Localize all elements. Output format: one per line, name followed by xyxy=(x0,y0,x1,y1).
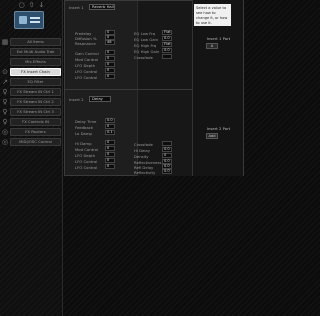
param-label: LFO Control xyxy=(75,75,98,80)
sidebar-item-label: All Items xyxy=(10,38,61,46)
stream-icon: ♀ xyxy=(2,98,8,106)
param-label: Crossfade xyxy=(134,55,153,60)
upload-icon[interactable]: ⇧ xyxy=(29,1,35,9)
param-label: Hi Damp xyxy=(75,141,92,146)
sidebar-item-label: FX Stream IN Ctrl 1 xyxy=(10,88,61,96)
param-value-input[interactable]: 0 xyxy=(105,62,115,67)
stream-icon: ♀ xyxy=(2,108,8,116)
sidebar-item-label: FX Stream IN Ctrl 2 xyxy=(10,98,61,106)
param-value-input[interactable]: 0.0 xyxy=(162,48,172,53)
sidebar-item-mix-effects[interactable]: Mix Effects xyxy=(0,57,63,67)
param-value-input[interactable]: 0.0 xyxy=(162,36,172,41)
param-value-input[interactable]: 48 xyxy=(105,40,115,45)
param-label: Mod Control xyxy=(75,57,98,62)
param-value-input[interactable]: 0 xyxy=(162,153,172,158)
param-value-input[interactable]: 0 xyxy=(105,164,115,169)
param-label: EQ Low Gain xyxy=(134,37,159,42)
param-label: EQ Low Frq xyxy=(134,31,156,36)
sidebar-item-label: FX Insert Chain xyxy=(10,68,61,76)
download-icon[interactable]: ↓ xyxy=(39,1,45,9)
param-value-input[interactable] xyxy=(162,54,172,59)
record-icon[interactable]: ○ xyxy=(19,1,25,9)
param-value-input[interactable]: 0 xyxy=(105,152,115,157)
insert2-type-select[interactable]: Delay xyxy=(89,96,111,102)
insert1-port-button[interactable]: A xyxy=(206,43,218,49)
param-value-input[interactable]: 0.0 xyxy=(105,118,115,123)
sidebar-toolbar: ○ ⇧ ↓ xyxy=(0,0,63,10)
param-value-input[interactable]: 0 xyxy=(105,158,115,163)
sidebar-item-stream-ctrl-3[interactable]: ♀ FX Stream IN Ctrl 3 xyxy=(0,107,63,117)
param-label: Feedback xyxy=(75,125,94,130)
sidebar-item-multi-audio[interactable]: Ext Multi Audio Trak xyxy=(0,47,63,57)
sidebar-item-label: Mix Effects xyxy=(10,58,61,66)
stream-icon: ♀ xyxy=(2,118,8,126)
param-value-input[interactable]: 0 xyxy=(105,56,115,61)
globe-icon: ◎ xyxy=(1,138,9,146)
sidebar-item-label: FX Routers xyxy=(10,128,61,136)
param-label: LFO Control xyxy=(75,69,98,74)
sidebar-item-stream-ctrl-2[interactable]: ♀ FX Stream IN Ctrl 2 xyxy=(0,97,63,107)
param-label: LFO Depth xyxy=(75,153,96,158)
param-value-input[interactable]: 0 xyxy=(105,74,115,79)
param-value-input[interactable] xyxy=(162,141,172,146)
param-label: LFO Control xyxy=(75,165,98,170)
insert2-port-button[interactable]: Add xyxy=(206,133,218,139)
sidebar-item-fx-insert[interactable]: ⊙ FX Insert Chain xyxy=(0,67,63,77)
sidebar-item-midi-osc[interactable]: ◎ MIDI/OSC Control xyxy=(0,137,63,147)
insert1-label: Insert 1 xyxy=(69,5,84,10)
sidebar: ○ ⇧ ↓ ▦ All Items Ext Multi Audio Trak M… xyxy=(0,0,63,316)
sidebar-item-label: MIDI/OSC Control xyxy=(10,138,61,146)
sidebar-item-stream-ctrl-1[interactable]: ♀ FX Stream IN Ctrl 1 xyxy=(0,87,63,97)
port-panel: Insert 1 Port A Insert 2 Port Add xyxy=(192,0,243,176)
sidebar-item-label: Ext Multi Audio Trak xyxy=(10,48,61,56)
param-value-input[interactable]: Flat xyxy=(162,30,172,35)
insert2-port-title: Insert 2 Port xyxy=(206,126,231,131)
stream-icon: ♀ xyxy=(2,88,8,96)
sidebar-item-eq-filter[interactable]: ↗ EQ Filter xyxy=(0,77,63,87)
param-label: Reflectivity xyxy=(134,170,156,175)
param-label: Density xyxy=(134,154,149,159)
param-value-input[interactable]: Flat xyxy=(162,42,172,47)
param-value-input[interactable]: 0.0 xyxy=(162,147,172,152)
param-label: EQ High Gain xyxy=(134,49,160,54)
param-value-input[interactable]: 0 xyxy=(105,50,115,55)
sidebar-item-label: EQ Filter xyxy=(10,78,61,86)
param-label: Lo Damp xyxy=(75,131,92,136)
param-label: Gain Control xyxy=(75,51,99,56)
param-value-input[interactable]: 0 xyxy=(105,124,115,129)
sidebar-item-controls-in[interactable]: ♀ FX Controls IN xyxy=(0,117,63,127)
param-label: EQ High Frq xyxy=(134,43,157,48)
param-value-input[interactable]: 0 xyxy=(105,68,115,73)
sidebar-item-all-items[interactable]: ▦ All Items xyxy=(0,37,63,47)
param-value-input[interactable]: 0.1 xyxy=(105,130,115,135)
filter-icon: ↗ xyxy=(2,78,8,86)
param-label: Delay Time xyxy=(75,119,97,124)
sidebar-item-label: FX Stream IN Ctrl 3 xyxy=(10,108,61,116)
param-label: LFO Depth xyxy=(75,63,96,68)
insert2-label: Insert 2 xyxy=(69,97,84,102)
insert1-port-title: Insert 1 Port xyxy=(206,36,231,41)
device-thumbnail[interactable] xyxy=(14,11,44,29)
param-value-input[interactable]: 0 xyxy=(105,140,115,145)
insert1-type-select[interactable]: Reverb Hall xyxy=(89,4,115,10)
param-label: Resonance xyxy=(75,41,96,46)
param-label: Mod Control xyxy=(75,147,98,152)
param-label: LFO Control xyxy=(75,159,98,164)
sidebar-item-routers[interactable]: ◎ FX Routers xyxy=(0,127,63,137)
param-value-input[interactable]: 0 xyxy=(105,146,115,151)
param-value-input[interactable]: 0.0 xyxy=(162,169,172,174)
grid-icon: ▦ xyxy=(1,38,9,46)
fx-icon: ⊙ xyxy=(2,68,8,76)
sidebar-item-label: FX Controls IN xyxy=(10,118,61,126)
info-tooltip: Select a value to see how to change it, … xyxy=(194,4,231,26)
param-label: Hi Delay xyxy=(134,148,151,153)
param-label: Crossfade xyxy=(134,142,153,147)
globe-icon: ◎ xyxy=(1,128,9,136)
